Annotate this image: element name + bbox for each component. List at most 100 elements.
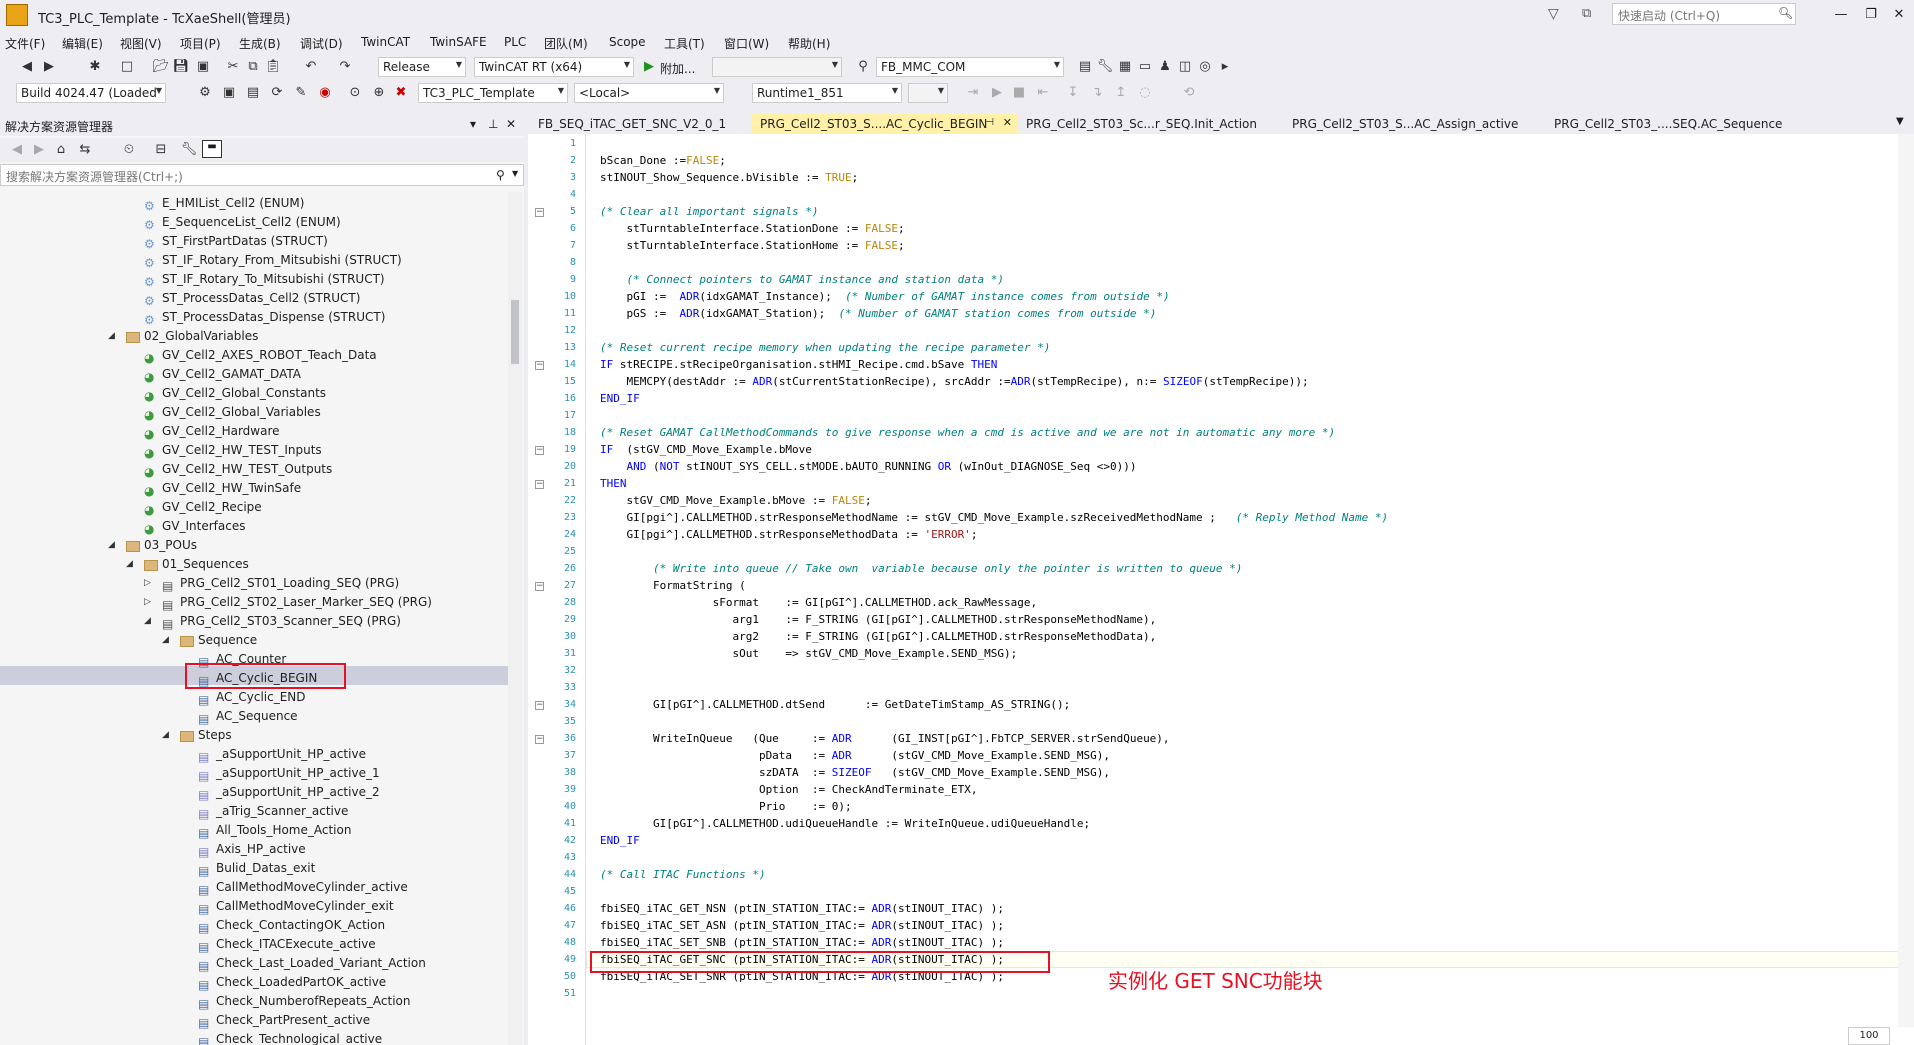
code-line[interactable]: AND (NOT stINOUT_SYS_CELL.stMODE.bAUTO_R… — [600, 460, 1137, 473]
tree-item[interactable]: ◢ ▤ PRG_Cell2_ST03_Scanner_SEQ (PRG) — [144, 612, 401, 631]
menu-scope[interactable]: Scope — [609, 35, 646, 49]
online-icon[interactable]: ⊕ — [370, 84, 388, 102]
tree-item[interactable]: ▤ Check_NumberofRepeats_Action — [198, 992, 411, 1011]
menu-project[interactable]: 项目(P) — [180, 35, 221, 52]
tree-item[interactable]: ◕ GV_Cell2_AXES_ROBOT_Teach_Data — [144, 346, 377, 365]
tree-item[interactable]: ◢ Steps — [162, 726, 232, 745]
save-icon[interactable]: 💾︎ — [172, 58, 190, 76]
menu-twincat[interactable]: TwinCAT — [361, 35, 410, 49]
tree-item[interactable]: ◢ Sequence — [162, 631, 257, 650]
maximize-button[interactable]: ❐ — [1856, 4, 1886, 26]
find-combo[interactable]: FB_MMC_COM ▼ — [876, 57, 1064, 77]
tab-overflow-icon[interactable]: ▼ — [1896, 116, 1904, 127]
tree-item[interactable]: ▤ Check_PartPresent_active — [198, 1011, 370, 1030]
tree-item[interactable]: ◢ 02_GlobalVariables — [108, 327, 258, 346]
pending-changes-icon[interactable]: ⏲ — [120, 141, 138, 159]
twincat-activate-icon[interactable]: ⚙ — [196, 84, 214, 102]
tab-close-icon[interactable]: ✕ — [1003, 116, 1012, 129]
expanded-arrow-icon[interactable]: ◢ — [162, 631, 169, 650]
code-line[interactable]: GI[pgi^].CALLMETHOD.strResponseMethodDat… — [600, 528, 977, 541]
back-icon[interactable]: ◀ — [18, 58, 36, 76]
cut-icon[interactable]: ✂ — [224, 58, 242, 76]
code-line[interactable]: (* Call ITAC Functions *) — [600, 868, 766, 881]
remote-icon[interactable]: ⧉ — [1582, 6, 1591, 21]
tree-item[interactable]: ◕ GV_Interfaces — [144, 517, 245, 536]
tree-item[interactable]: ▤ _aTrig_Scanner_active — [198, 802, 348, 821]
tree-item[interactable]: ⚙ ST_ProcessDatas_Cell2 (STRUCT) — [144, 289, 360, 308]
code-line[interactable]: arg1 := F_STRING (GI[pGI^].CALLMETHOD.st… — [600, 613, 1156, 626]
code-line[interactable]: stTurntableInterface.StationDone := FALS… — [600, 222, 904, 235]
code-line[interactable]: (* Reset GAMAT CallMethodCommands to giv… — [600, 426, 1335, 439]
quick-launch-input[interactable]: 快速启动 (Ctrl+Q) — [1612, 3, 1796, 25]
tree-item[interactable]: ◕ GV_Cell2_Global_Variables — [144, 403, 321, 422]
tab-ac-cyclic-begin[interactable]: PRG_Cell2_ST03_S....AC_Cyclic_BEGIN ⊣ ✕ — [752, 114, 1018, 134]
pin-icon[interactable]: ⊥ — [488, 117, 498, 131]
solution-scrollbar[interactable] — [508, 192, 522, 1045]
menu-build[interactable]: 生成(B) — [239, 35, 281, 52]
code-line[interactable]: IF (stGV_CMD_Move_Example.bMove — [600, 443, 812, 456]
code-line[interactable]: THEN — [600, 477, 627, 490]
expanded-arrow-icon[interactable]: ◢ — [108, 327, 115, 346]
tree-item[interactable]: ▤ Bulid_Datas_exit — [198, 859, 315, 878]
output-icon[interactable]: ▭ — [1136, 58, 1154, 76]
tree-item[interactable]: ▤ AC_Sequence — [198, 707, 298, 726]
find-icon[interactable]: ⚲ — [854, 58, 872, 76]
filter-icon[interactable]: ▽ — [1548, 6, 1559, 22]
code-line[interactable]: Prio := 0); — [600, 800, 852, 813]
scan-icon[interactable]: ⊙ — [346, 84, 364, 102]
code-line[interactable]: MEMCPY(destAddr := ADR(stCurrentStationR… — [600, 375, 1308, 388]
code-line[interactable]: GI[pGI^].CALLMETHOD.udiQueueHandle := Wr… — [600, 817, 1090, 830]
tree-item[interactable]: ▤ Axis_HP_active — [198, 840, 306, 859]
code-line[interactable]: bScan_Done :=FALSE; — [600, 154, 726, 167]
code-line[interactable]: END_IF — [600, 834, 640, 847]
choose-target-icon[interactable]: ▣ — [220, 84, 238, 102]
collapsed-arrow-icon[interactable]: ▷ — [144, 593, 151, 612]
code-line[interactable]: fbiSEQ_iTAC_GET_NSN (ptIN_STATION_ITAC:=… — [600, 902, 1004, 915]
terminal-icon[interactable]: ▸ — [1216, 58, 1234, 76]
code-line[interactable]: (* Connect pointers to GAMAT instance an… — [600, 273, 1005, 286]
tree-item[interactable]: ▤ CallMethodMoveCylinder_exit — [198, 897, 394, 916]
attach-target-select[interactable]: ▼ — [712, 57, 842, 77]
new-project-icon[interactable]: ✱ — [86, 58, 104, 76]
menu-debug[interactable]: 调试(D) — [300, 35, 343, 52]
expanded-arrow-icon[interactable]: ◢ — [162, 726, 169, 745]
stop-icon[interactable]: ◉ — [316, 84, 334, 102]
menu-plc[interactable]: PLC — [504, 35, 526, 49]
redo-icon[interactable]: ↷ — [336, 58, 354, 76]
tree-item[interactable]: ◕ GV_Cell2_GAMAT_DATA — [144, 365, 301, 384]
collapse-all-icon[interactable]: ⊟ — [152, 141, 170, 159]
cross-icon[interactable]: ✖ — [392, 84, 410, 102]
globe-icon[interactable]: ◎ — [1196, 58, 1214, 76]
tree-item[interactable]: ▤ All_Tools_Home_Action — [198, 821, 351, 840]
fold-toggle-icon[interactable]: − — [535, 582, 544, 591]
code-line[interactable]: fbiSEQ_iTAC_SET_ASN (ptIN_STATION_ITAC:=… — [600, 919, 1004, 932]
back-icon[interactable]: ◀ — [8, 141, 26, 159]
code-line[interactable]: arg2 := F_STRING (GI[pGI^].CALLMETHOD.st… — [600, 630, 1156, 643]
tree-item[interactable]: ▤ _aSupportUnit_HP_active — [198, 745, 366, 764]
menu-file[interactable]: 文件(F) — [5, 35, 45, 52]
tree-item[interactable]: ▤ Check_Technological_active — [198, 1030, 382, 1045]
home-icon[interactable]: ⌂ — [52, 141, 70, 159]
step-out-icon[interactable]: ↥ — [1112, 84, 1130, 102]
tree-item[interactable]: ◕ GV_Cell2_Global_Constants — [144, 384, 326, 403]
solution-explorer-icon[interactable]: ▤ — [1076, 58, 1094, 76]
menu-twinsafe[interactable]: TwinSAFE — [430, 35, 487, 49]
fold-toggle-icon[interactable]: − — [535, 361, 544, 370]
code-line[interactable]: (* Write into queue // Take own variable… — [600, 562, 1242, 575]
attach-play-icon[interactable]: ▶ — [640, 58, 658, 76]
code-line[interactable]: (* Reset current recipe memory when upda… — [600, 341, 1050, 354]
tree-item[interactable]: ⚙ ST_IF_Rotary_To_Mitsubishi (STRUCT) — [144, 270, 385, 289]
tree-item[interactable]: ▷ ▤ PRG_Cell2_ST01_Loading_SEQ (PRG) — [144, 574, 399, 593]
code-line[interactable]: pGI := ADR(idxGAMAT_Instance); (* Number… — [600, 290, 1169, 303]
tree-item[interactable]: ⚙ E_HMIList_Cell2 (ENUM) — [144, 194, 304, 213]
panel-close-icon[interactable]: ✕ — [506, 117, 516, 131]
tree-item[interactable]: ▤ Check_ContactingOK_Action — [198, 916, 385, 935]
tree-item[interactable]: ◕ GV_Cell2_Hardware — [144, 422, 280, 441]
tree-item[interactable]: ⚙ E_SequenceList_Cell2 (ENUM) — [144, 213, 341, 232]
scrollbar-thumb[interactable] — [511, 300, 519, 364]
cycle-icon[interactable]: ⟲ — [1180, 84, 1198, 102]
code-line[interactable]: stGV_CMD_Move_Example.bMove := FALSE; — [600, 494, 871, 507]
tree-item[interactable]: ◢ 03_POUs — [108, 536, 197, 555]
runtime-select[interactable]: Runtime1_851 ▼ — [752, 83, 902, 103]
tree-item[interactable]: ◕ GV_Cell2_HW_TEST_Inputs — [144, 441, 322, 460]
